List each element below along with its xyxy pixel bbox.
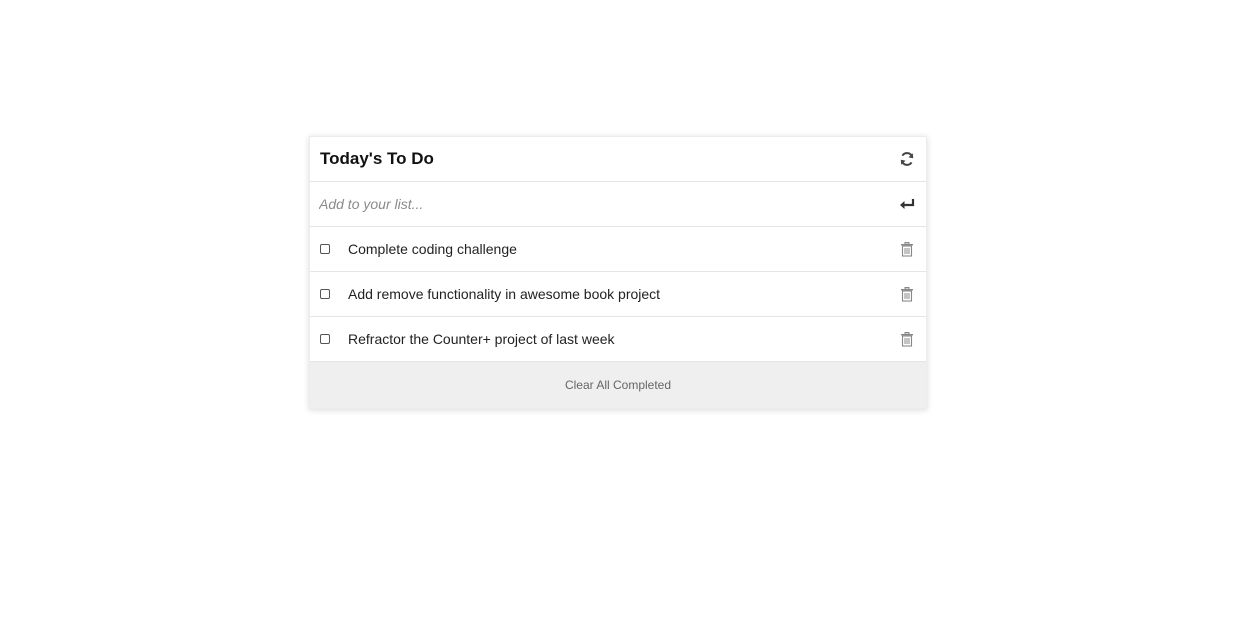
todo-footer: Clear All Completed xyxy=(310,362,926,408)
add-task-input[interactable] xyxy=(319,196,879,212)
task-row: Add remove functionality in awesome book… xyxy=(310,272,926,317)
trash-icon[interactable] xyxy=(898,330,916,348)
task-checkbox[interactable] xyxy=(320,289,330,299)
add-task-row xyxy=(310,182,926,227)
task-label[interactable]: Refractor the Counter+ project of last w… xyxy=(348,331,615,347)
task-row: Complete coding challenge xyxy=(310,227,926,272)
task-label[interactable]: Add remove functionality in awesome book… xyxy=(348,286,660,302)
trash-icon[interactable] xyxy=(898,240,916,258)
trash-icon[interactable] xyxy=(898,285,916,303)
enter-icon[interactable] xyxy=(898,195,916,213)
todo-header: Today's To Do xyxy=(310,137,926,182)
clear-completed-button[interactable]: Clear All Completed xyxy=(565,378,671,392)
task-checkbox[interactable] xyxy=(320,334,330,344)
task-row: Refractor the Counter+ project of last w… xyxy=(310,317,926,362)
todo-card: Today's To Do Complete coding challenge xyxy=(309,136,927,409)
page-title: Today's To Do xyxy=(320,149,434,168)
task-checkbox[interactable] xyxy=(320,244,330,254)
refresh-icon[interactable] xyxy=(898,150,916,168)
task-label[interactable]: Complete coding challenge xyxy=(348,241,517,257)
